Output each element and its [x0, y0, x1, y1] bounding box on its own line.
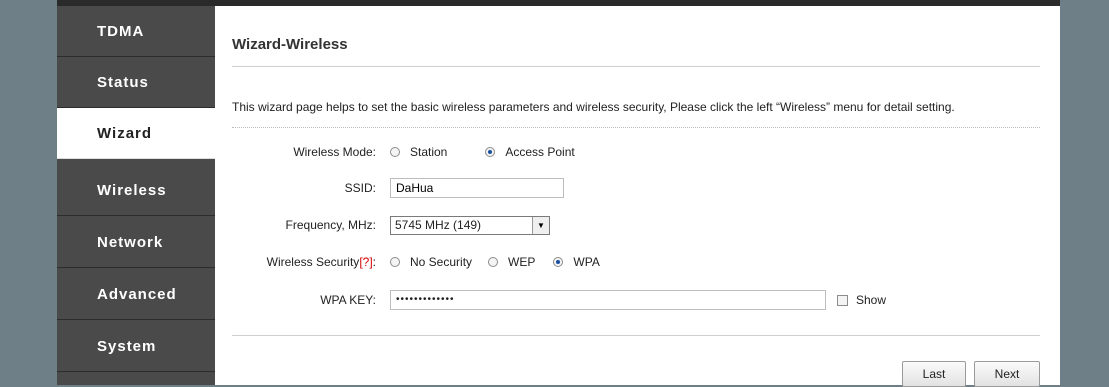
frequency-select[interactable]: 5745 MHz (149) ▼ — [390, 215, 550, 235]
sidebar-item-tdma[interactable]: TDMA — [57, 6, 215, 57]
no-security-radio[interactable] — [390, 257, 400, 267]
sidebar-item-label: Wizard — [97, 124, 153, 142]
next-button[interactable]: Next — [974, 361, 1040, 387]
page-description: This wizard page helps to set the basic … — [232, 100, 955, 114]
page-title: Wizard-Wireless — [232, 36, 348, 53]
sidebar-item-label: Status — [97, 73, 149, 91]
last-button[interactable]: Last — [902, 361, 966, 387]
ssid-label: SSID: — [344, 181, 376, 195]
station-option-label: Station — [410, 145, 448, 159]
frequency-selected-value: 5745 MHz (149) — [395, 218, 482, 232]
wpa-key-label: WPA KEY: — [320, 293, 376, 307]
show-key-label: Show — [856, 293, 887, 307]
sidebar-item-status[interactable]: Status — [57, 57, 215, 108]
security-help-link[interactable]: [?] — [359, 255, 372, 269]
no-security-option-label: No Security — [410, 255, 473, 269]
wpa-option-label: WPA — [573, 255, 600, 269]
wpa-radio[interactable] — [553, 257, 564, 267]
show-key-checkbox[interactable] — [837, 294, 848, 306]
access-point-radio[interactable] — [485, 147, 496, 157]
wep-option-label: WEP — [508, 255, 536, 269]
divider — [232, 66, 1040, 67]
divider — [232, 335, 1040, 336]
sidebar-item-advanced[interactable]: Advanced — [57, 269, 215, 320]
chevron-down-icon[interactable]: ▼ — [532, 216, 549, 234]
access-point-option-label: Access Point — [505, 145, 575, 159]
frequency-label: Frequency, MHz: — [285, 218, 376, 232]
sidebar-item-wireless[interactable]: Wireless — [57, 165, 215, 216]
sidebar-item-label: TDMA — [97, 22, 145, 40]
sidebar-item-wizard[interactable]: Wizard — [57, 108, 215, 159]
router-admin-frame: TDMA Status Wizard Wireless Network Adva… — [57, 0, 1060, 387]
divider — [232, 127, 1040, 128]
sidebar: TDMA Status Wizard Wireless Network Adva… — [57, 6, 215, 385]
wpa-key-input[interactable]: ••••••••••••• — [390, 290, 826, 310]
sidebar-item-label: Advanced — [97, 285, 177, 303]
main-content: Wizard-Wireless This wizard page helps t… — [215, 6, 1060, 387]
wep-radio[interactable] — [488, 257, 499, 267]
sidebar-item-system[interactable]: System — [57, 321, 215, 372]
wireless-mode-label: Wireless Mode: — [293, 145, 376, 159]
station-radio[interactable] — [390, 147, 400, 157]
sidebar-item-label: Network — [97, 233, 164, 251]
sidebar-item-label: System — [97, 337, 157, 355]
ssid-input[interactable] — [390, 178, 564, 198]
wireless-security-label: Wireless Security[?]: — [266, 255, 376, 269]
sidebar-item-network[interactable]: Network — [57, 217, 215, 268]
sidebar-item-label: Wireless — [97, 181, 167, 199]
